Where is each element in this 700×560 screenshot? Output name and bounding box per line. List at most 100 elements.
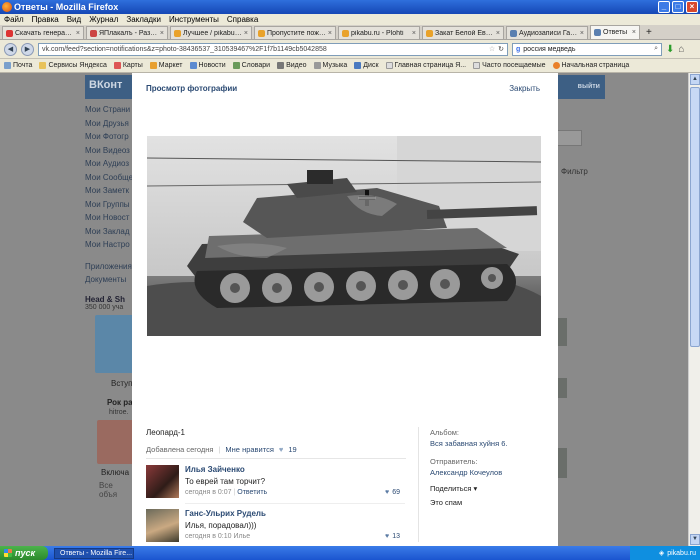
vk-all-ads-link[interactable]: Все объя — [99, 481, 133, 499]
tab-4[interactable]: pikabu.ru - Plohti × — [338, 26, 420, 39]
forward-button[interactable]: ▶ — [21, 42, 34, 56]
vk-join-button[interactable]: Вступ — [111, 379, 133, 388]
bookmark-item[interactable]: Сервисы Яндекса — [39, 62, 107, 69]
menu-tools[interactable]: Инструменты — [169, 15, 219, 24]
tray-network-icon[interactable]: ◈ — [659, 549, 664, 557]
bookmark-item[interactable]: Почта — [4, 62, 32, 69]
menu-help[interactable]: Справка — [227, 15, 258, 24]
heart-icon[interactable]: ♥ — [279, 445, 283, 454]
scroll-up-icon[interactable]: ▲ — [690, 74, 700, 85]
home-icon[interactable]: ⌂ — [678, 44, 684, 55]
vk-ad-title[interactable]: Рок ра — [107, 398, 133, 407]
taskbar-firefox-item[interactable]: Ответы - Mozilla Fire... — [54, 547, 134, 559]
tab-favicon-icon — [6, 29, 13, 37]
vk-menu-item[interactable]: Мои Заметк — [85, 184, 133, 198]
scroll-down-icon[interactable]: ▼ — [690, 534, 700, 545]
photo-caption: Леопард-1 — [146, 428, 185, 437]
bookmark-star-icon[interactable]: ☆ — [489, 45, 495, 53]
photo[interactable] — [147, 136, 541, 336]
bookmark-item[interactable]: Карты — [113, 62, 143, 69]
page-scrollbar[interactable]: ▲ ▼ — [688, 73, 700, 546]
like-button[interactable]: Мне нравится — [225, 445, 273, 454]
close-tab-icon[interactable]: × — [244, 30, 248, 37]
folder-icon — [39, 62, 47, 69]
menu-edit[interactable]: Правка — [32, 15, 59, 24]
download-icon[interactable]: ⬇ — [666, 44, 674, 55]
comment-likes[interactable]: ♥ 69 — [385, 489, 400, 496]
close-tab-icon[interactable]: × — [412, 30, 416, 37]
close-tab-icon[interactable]: × — [76, 30, 80, 37]
bookmark-item[interactable]: Диск — [354, 62, 379, 69]
bookmark-item[interactable]: Музыка — [313, 62, 347, 69]
bookmark-item[interactable]: Новости — [189, 62, 226, 69]
close-tab-icon[interactable]: × — [328, 30, 332, 37]
vk-logout-link[interactable]: выйти — [578, 83, 600, 90]
vk-menu-item[interactable]: Мои Настро — [85, 238, 133, 252]
close-tab-icon[interactable]: × — [496, 30, 500, 37]
search-input[interactable]: g россия медведь ⌕ — [512, 42, 662, 56]
vk-menu-item[interactable]: Приложения — [85, 260, 133, 274]
close-window-button[interactable]: × — [686, 1, 698, 13]
close-tab-icon[interactable]: × — [580, 30, 584, 37]
start-button[interactable]: пуск — [0, 546, 48, 560]
bookmark-item[interactable]: Словари — [232, 62, 270, 69]
menu-history[interactable]: Журнал — [89, 15, 118, 24]
bookmark-item[interactable]: Главная страница Я... — [385, 62, 466, 69]
bookmark-item[interactable]: Часто посещаемые — [473, 62, 546, 69]
tab-3[interactable]: Пропустите пожалу...× — [254, 26, 336, 39]
vk-menu-item[interactable]: Мои Новост — [85, 211, 133, 225]
maximize-button[interactable]: □ — [672, 1, 684, 13]
menu-view[interactable]: Вид — [67, 15, 81, 24]
minimize-button[interactable]: _ — [658, 1, 670, 13]
tab-1[interactable]: ЯПлакалъ - Раздел...× — [86, 26, 168, 39]
scroll-thumb[interactable] — [690, 87, 700, 347]
vk-filter-link[interactable]: Фильтр — [561, 167, 588, 176]
vk-menu-item[interactable]: Мои Заклад — [85, 225, 133, 239]
vk-menu-item[interactable]: Мои Группы — [85, 198, 133, 212]
tab-5[interactable]: Закат Белой Европы.× — [422, 26, 504, 39]
sender-info: Отправитель: Александр Кочеулов — [430, 457, 502, 477]
bookmark-item[interactable]: Начальная страница — [552, 62, 629, 69]
avatar[interactable] — [146, 509, 179, 542]
tab-2[interactable]: Лучшее / pikabu.ru - ...× — [170, 26, 252, 39]
album-link[interactable]: Вся забавная хуйня 6. — [430, 439, 507, 448]
comment-author[interactable]: Ганс-Ульрих Рудель — [185, 509, 266, 518]
comment-author[interactable]: Илья Зайченко — [185, 465, 245, 474]
tab-6[interactable]: Аудиозаписи Ганса-...× — [506, 26, 588, 39]
vk-ad-button[interactable]: Включа — [101, 468, 133, 477]
comment-likes[interactable]: ♥ 13 — [385, 533, 400, 540]
share-button[interactable]: Поделиться ▾ — [430, 484, 477, 493]
dictionary-icon — [232, 62, 240, 69]
back-button[interactable]: ◀ — [4, 42, 17, 56]
address-bar[interactable]: vk.com/feed?section=notifications&z=phot… — [38, 42, 508, 56]
vk-menu-item[interactable]: Мои Друзья — [85, 117, 133, 131]
report-spam-link[interactable]: Это спам — [430, 498, 462, 507]
vk-group-title[interactable]: Head & Sh — [85, 295, 133, 304]
vk-ad-image[interactable] — [97, 419, 137, 464]
vk-menu-item[interactable]: Мои Страни — [85, 103, 133, 117]
vk-menu-item[interactable]: Мои Фотогр — [85, 130, 133, 144]
vk-menu-item[interactable]: Документы — [85, 273, 133, 287]
search-icon[interactable]: ⌕ — [654, 45, 658, 53]
bookmark-item[interactable]: Видео — [277, 62, 307, 69]
close-tab-icon[interactable]: × — [160, 30, 164, 37]
menu-file[interactable]: Файл — [4, 15, 24, 24]
vk-menu-item[interactable]: Мои Аудиоз — [85, 157, 133, 171]
menu-bookmarks[interactable]: Закладки — [126, 15, 161, 24]
page-icon — [385, 62, 393, 69]
reload-icon[interactable]: ↻ — [498, 45, 504, 53]
bookmark-item[interactable]: Маркет — [149, 62, 183, 69]
tab-7-active[interactable]: Ответы × — [590, 25, 640, 39]
avatar[interactable] — [146, 465, 179, 498]
close-button[interactable]: Закрыть — [509, 84, 540, 93]
reply-link[interactable]: Ответить — [237, 489, 267, 496]
vk-menu-item[interactable]: Мои Сообще — [85, 171, 133, 185]
tab-0[interactable]: Скачать генератор ...× — [2, 26, 84, 39]
page-content: ВКонт выйти Фильтр Мои Страни Мои Друзья… — [0, 73, 700, 546]
vk-menu-item[interactable]: Мои Видеоз — [85, 144, 133, 158]
vk-search-fragment — [554, 130, 582, 146]
close-tab-icon[interactable]: × — [632, 29, 636, 36]
windows-taskbar: пуск Ответы - Mozilla Fire... ◈ pikabu.r… — [0, 546, 700, 560]
new-tab-button[interactable]: + — [646, 27, 652, 38]
sender-link[interactable]: Александр Кочеулов — [430, 468, 502, 477]
